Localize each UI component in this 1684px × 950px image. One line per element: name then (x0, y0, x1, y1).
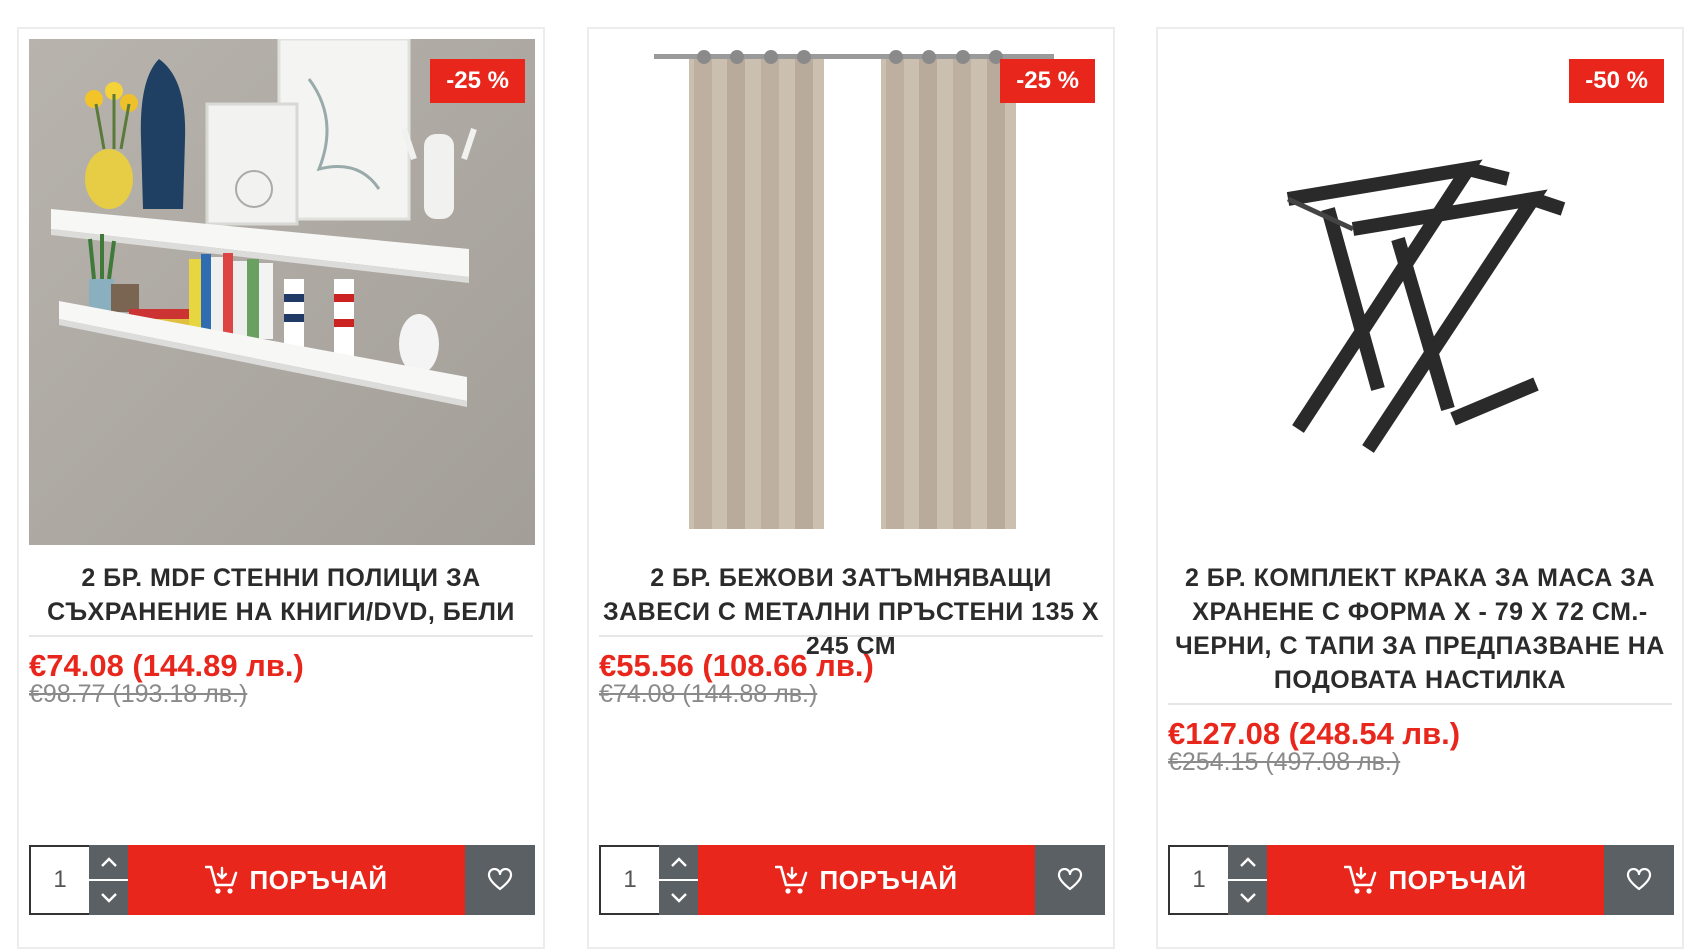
quantity-decrease-button[interactable] (89, 881, 128, 915)
order-button[interactable]: ПОРЪЧАЙ (1267, 845, 1604, 915)
wishlist-button[interactable] (1604, 845, 1674, 915)
product-title[interactable]: 2 бр. MDF стенни полици за съхранение на… (29, 561, 533, 629)
chevron-down-icon (670, 893, 687, 903)
order-button-label: ПОРЪЧАЙ (819, 864, 958, 895)
discount-badge: -25 % (430, 59, 525, 103)
quantity-input[interactable] (599, 845, 659, 915)
quantity-stepper (89, 845, 128, 915)
order-button[interactable]: ПОРЪЧАЙ (698, 845, 1035, 915)
curtains-image (599, 39, 1105, 545)
quantity-increase-button[interactable] (89, 845, 128, 881)
price-old: €98.77 (193.18 лв.) (29, 680, 248, 708)
table-legs-image (1168, 39, 1674, 545)
heart-icon (1626, 868, 1652, 891)
product-image-curtains[interactable]: -25 % (599, 39, 1105, 545)
price-old: €74.08 (144.88 лв.) (599, 680, 818, 708)
price-current: €55.56 (108.66 лв.) (599, 648, 874, 683)
order-button-label: ПОРЪЧАЙ (1388, 864, 1527, 895)
price-current: €74.08 (144.89 лв.) (29, 648, 304, 683)
quantity-input[interactable] (29, 845, 89, 915)
wishlist-button[interactable] (1035, 845, 1105, 915)
quantity-stepper (659, 845, 698, 915)
buy-row: ПОРЪЧАЙ (29, 845, 535, 915)
cart-icon (1344, 865, 1377, 894)
quantity-stepper (1228, 845, 1267, 915)
product-image-table-legs[interactable]: -50 % (1168, 39, 1674, 545)
wishlist-button[interactable] (465, 845, 535, 915)
heart-icon (1057, 868, 1083, 891)
product-card: -50 % 2 бр. комплект крака за маса за хр… (1156, 27, 1684, 949)
chevron-up-icon (670, 857, 687, 867)
divider (599, 635, 1103, 637)
chevron-up-icon (1239, 857, 1256, 867)
product-image-shelves[interactable]: -25 % (29, 39, 535, 545)
quantity-increase-button[interactable] (1228, 845, 1267, 881)
cart-icon (205, 865, 238, 894)
price-old: €254.15 (497.08 лв.) (1168, 748, 1401, 776)
product-card: -25 % 2 бр. бежови затъмняващи завеси с … (587, 27, 1115, 949)
quantity-increase-button[interactable] (659, 845, 698, 881)
order-button[interactable]: ПОРЪЧАЙ (128, 845, 465, 915)
product-card: -25 % 2 бр. MDF стенни полици за съхране… (17, 27, 545, 949)
quantity-input[interactable] (1168, 845, 1228, 915)
order-button-label: ПОРЪЧАЙ (249, 864, 388, 895)
chevron-down-icon (1239, 893, 1256, 903)
discount-badge: -50 % (1569, 59, 1664, 103)
divider (1168, 703, 1672, 705)
quantity-decrease-button[interactable] (659, 881, 698, 915)
heart-icon (487, 868, 513, 891)
chevron-up-icon (100, 857, 117, 867)
divider (29, 635, 533, 637)
quantity-decrease-button[interactable] (1228, 881, 1267, 915)
cart-icon (775, 865, 808, 894)
discount-badge: -25 % (1000, 59, 1095, 103)
product-title[interactable]: 2 бр. комплект крака за маса за хранене … (1168, 561, 1672, 697)
price-current: €127.08 (248.54 лв.) (1168, 716, 1461, 751)
wall-shelves-image (29, 39, 535, 545)
product-grid: -25 % 2 бр. MDF стенни полици за съхране… (0, 0, 1684, 950)
chevron-down-icon (100, 893, 117, 903)
buy-row: ПОРЪЧАЙ (599, 845, 1105, 915)
buy-row: ПОРЪЧАЙ (1168, 845, 1674, 915)
